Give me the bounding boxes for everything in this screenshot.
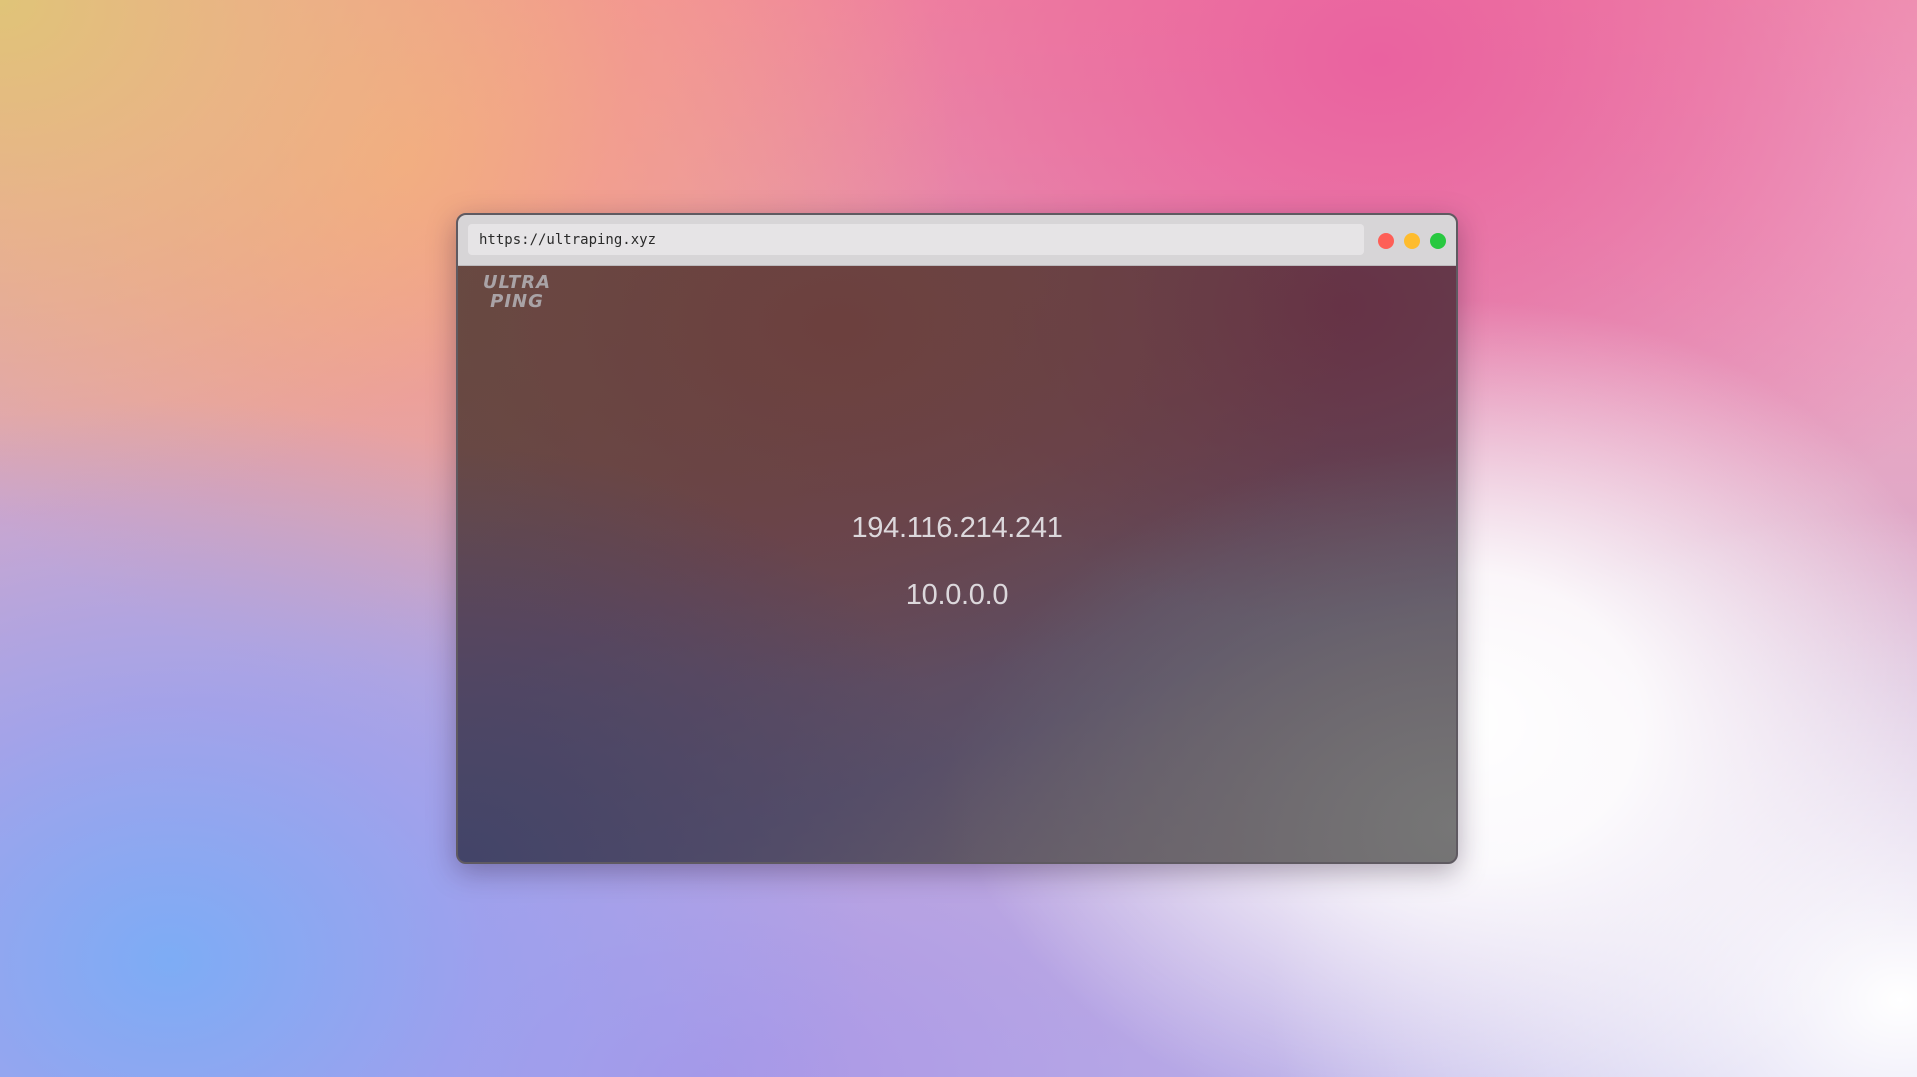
logo-line-1: ULTRA	[482, 272, 552, 293]
ultraping-logo[interactable]: ULTRA PING	[474, 273, 560, 311]
close-window-button[interactable]	[1378, 233, 1394, 249]
browser-window: https://ultraping.xyz ULTRA PING 194.116…	[456, 213, 1458, 864]
public-ip-address: 194.116.214.241	[851, 512, 1063, 544]
local-ip-address: 10.0.0.0	[905, 579, 1009, 611]
minimize-window-button[interactable]	[1404, 233, 1420, 249]
ip-info: 194.116.214.241 10.0.0.0	[458, 511, 1456, 612]
page-content: ULTRA PING 194.116.214.241 10.0.0.0	[458, 266, 1456, 862]
browser-title-bar: https://ultraping.xyz	[458, 215, 1456, 266]
address-bar[interactable]: https://ultraping.xyz	[468, 224, 1364, 255]
maximize-window-button[interactable]	[1430, 233, 1446, 249]
window-controls	[1378, 233, 1446, 249]
logo-line-2: PING	[490, 291, 544, 312]
